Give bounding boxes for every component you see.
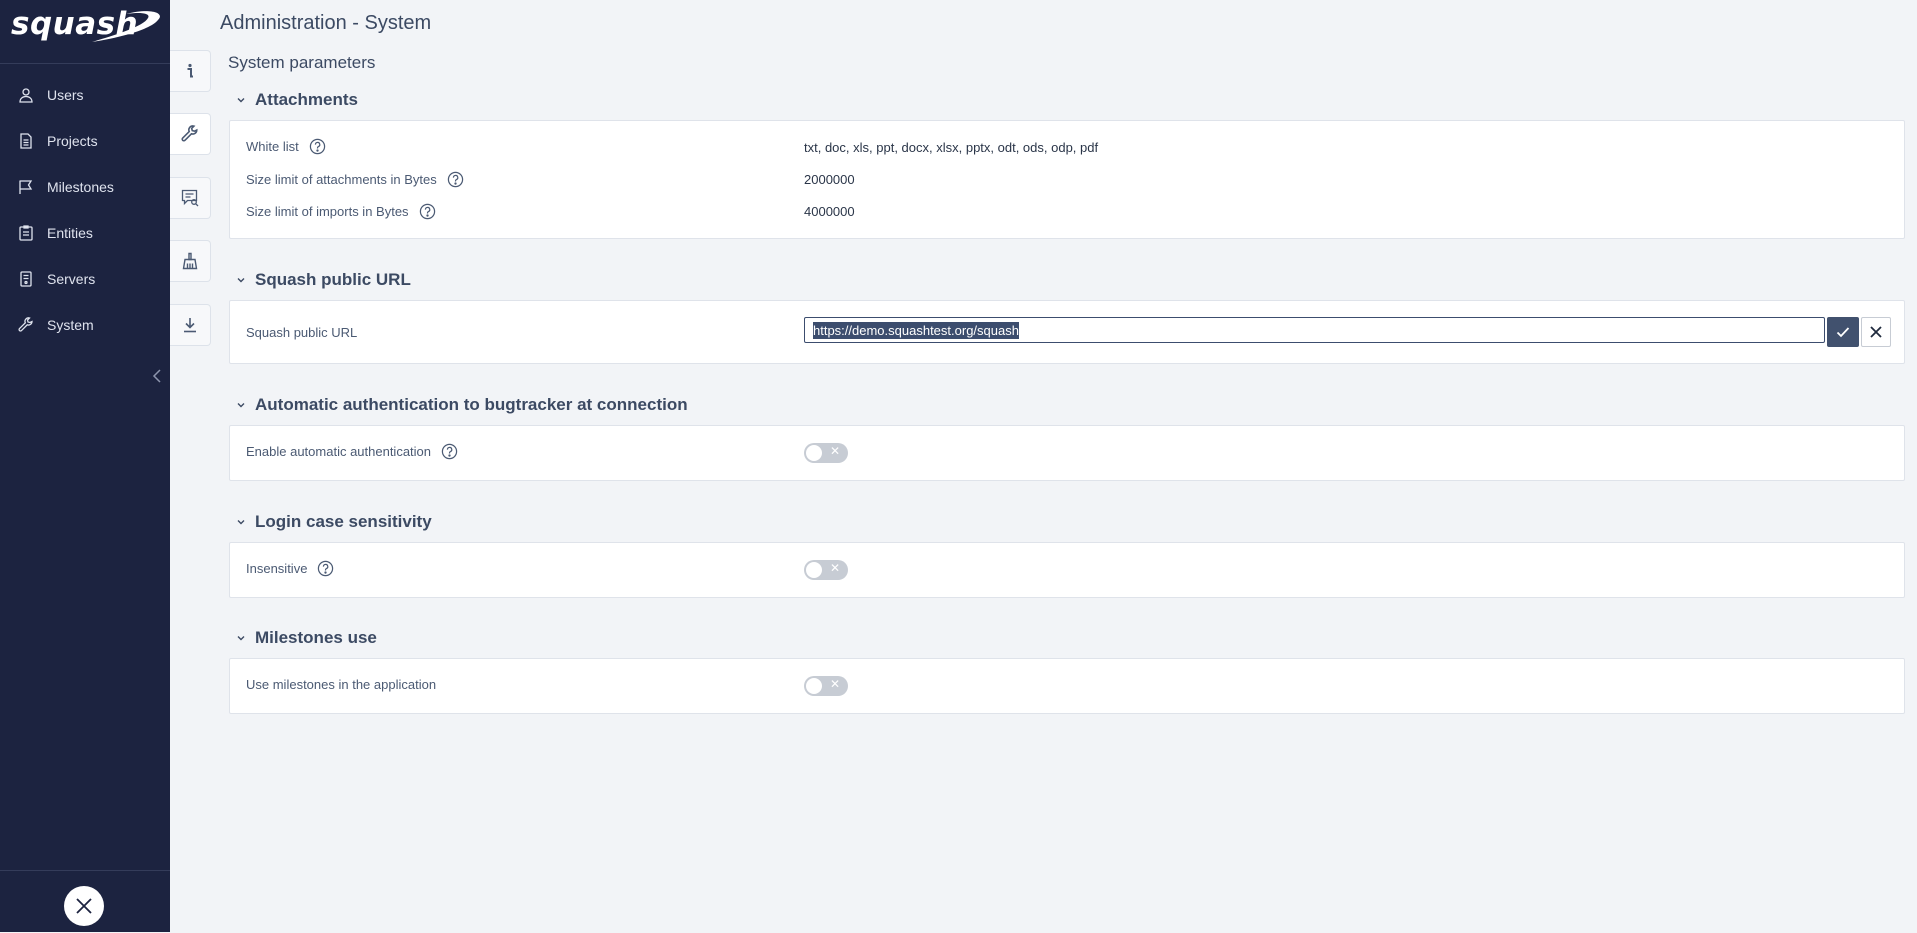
toggle-knob	[806, 678, 822, 694]
logo[interactable]: squash	[11, 6, 138, 42]
chevron-down-icon	[237, 278, 245, 283]
login-case-section-header[interactable]: Login case sensitivity	[236, 512, 432, 532]
sidebar-item-label: Users	[47, 87, 84, 103]
sidebar-item-projects[interactable]: Projects	[0, 118, 170, 164]
white-list-label: White list	[246, 139, 299, 154]
bugtracker-toggle[interactable]: ✕	[804, 443, 848, 463]
section-label: Login case sensitivity	[255, 512, 432, 531]
login-case-panel: Insensitive ✕	[229, 542, 1905, 598]
milestones-use-row: Use milestones in the application	[246, 677, 436, 692]
server-icon	[20, 271, 32, 287]
bugtracker-label: Enable automatic authentication	[246, 444, 432, 459]
close-icon	[76, 898, 92, 914]
milestones-use-section-header[interactable]: Milestones use	[236, 628, 377, 648]
flag-icon	[19, 180, 33, 194]
sidebar-item-milestones[interactable]: Milestones	[0, 164, 170, 210]
bugtracker-section-header[interactable]: Automatic authentication to bugtracker a…	[236, 395, 688, 415]
help-icon[interactable]	[447, 171, 464, 188]
close-button[interactable]	[64, 886, 104, 926]
sidebar-nav: Users Projects Milestones Entities Serve…	[0, 72, 170, 348]
public-url-value: https://demo.squashtest.org/squash	[813, 321, 1019, 339]
chevron-down-icon	[237, 98, 245, 103]
sidebar-item-label: Entities	[47, 225, 93, 241]
public-url-label: Squash public URL	[246, 325, 358, 340]
attachments-section-header[interactable]: Attachments	[236, 90, 358, 110]
chevron-down-icon	[237, 520, 245, 525]
wrench-icon	[18, 317, 33, 332]
login-case-toggle[interactable]: ✕	[804, 560, 848, 580]
download-icon	[184, 318, 196, 333]
sidebar: squash Users Projects Milestones Entitie…	[0, 0, 170, 932]
document-icon	[20, 133, 32, 149]
sidebar-item-users[interactable]: Users	[0, 72, 170, 118]
sidebar-item-servers[interactable]: Servers	[0, 256, 170, 302]
tab-cleaning[interactable]	[170, 240, 211, 282]
toggle-knob	[806, 562, 822, 578]
tab-information[interactable]	[170, 50, 211, 92]
page-title: Administration - System	[220, 12, 432, 34]
sidebar-item-label: System	[47, 317, 94, 333]
public-url-panel: Squash public URL https://demo.squashtes…	[229, 300, 1905, 364]
clipboard-icon	[19, 225, 33, 241]
public-url-section-header[interactable]: Squash public URL	[236, 270, 411, 290]
milestones-use-label: Use milestones in the application	[246, 677, 437, 692]
chevron-down-icon	[237, 636, 245, 641]
sidebar-item-system[interactable]: System	[0, 302, 170, 348]
cancel-button[interactable]	[1861, 317, 1891, 347]
milestones-use-toggle[interactable]: ✕	[804, 676, 848, 696]
milestones-use-panel: Use milestones in the application ✕	[229, 658, 1905, 714]
tab-system-parameters[interactable]	[170, 113, 211, 155]
toggle-off-icon: ✕	[830, 677, 841, 691]
logo-area: squash	[0, 0, 170, 64]
sidebar-item-label: Projects	[47, 133, 98, 149]
sidebar-item-label: Servers	[47, 271, 96, 287]
message-search-icon	[181, 189, 199, 207]
toggle-knob	[806, 445, 822, 461]
section-label: Squash public URL	[255, 270, 411, 289]
bugtracker-row: Enable automatic authentication	[246, 443, 458, 460]
section-title: System parameters	[228, 53, 376, 72]
toggle-off-icon: ✕	[830, 444, 841, 458]
size-imports-row: Size limit of imports in Bytes	[246, 203, 436, 220]
wrench-icon	[181, 125, 198, 142]
login-case-label: Insensitive	[246, 561, 308, 576]
chevron-down-icon	[237, 403, 245, 408]
help-icon[interactable]	[419, 203, 436, 220]
public-url-row: Squash public URL	[246, 325, 357, 340]
size-attachments-label: Size limit of attachments in Bytes	[246, 172, 437, 187]
white-list-value[interactable]: txt, doc, xls, ppt, docx, xlsx, pptx, od…	[804, 140, 1098, 155]
white-list-row: White list	[246, 138, 326, 155]
login-case-row: Insensitive	[246, 560, 334, 577]
size-imports-value[interactable]: 4000000	[804, 204, 855, 219]
tab-messages[interactable]	[170, 177, 211, 219]
check-icon	[1836, 327, 1850, 338]
attachments-panel: White list txt, doc, xls, ppt, docx, xls…	[229, 120, 1905, 239]
section-label: Attachments	[255, 90, 358, 109]
size-attachments-value[interactable]: 2000000	[804, 172, 855, 187]
collapse-sidebar-icon[interactable]	[150, 368, 164, 384]
size-attachments-row: Size limit of attachments in Bytes	[246, 171, 464, 188]
public-url-input[interactable]: https://demo.squashtest.org/squash	[804, 317, 1825, 343]
help-icon[interactable]	[309, 138, 326, 155]
sidebar-item-label: Milestones	[47, 179, 114, 195]
sidebar-item-entities[interactable]: Entities	[0, 210, 170, 256]
section-label: Milestones use	[255, 628, 377, 647]
broom-icon	[182, 252, 198, 270]
help-icon[interactable]	[441, 443, 458, 460]
user-icon	[19, 88, 33, 103]
bugtracker-panel: Enable automatic authentication ✕	[229, 425, 1905, 481]
size-imports-label: Size limit of imports in Bytes	[246, 204, 409, 219]
help-icon[interactable]	[317, 560, 334, 577]
tab-downloads[interactable]	[170, 304, 211, 346]
info-icon	[187, 63, 193, 78]
close-icon	[1870, 326, 1882, 338]
section-label: Automatic authentication to bugtracker a…	[255, 395, 688, 414]
toggle-off-icon: ✕	[830, 561, 841, 575]
confirm-button[interactable]	[1827, 317, 1859, 347]
